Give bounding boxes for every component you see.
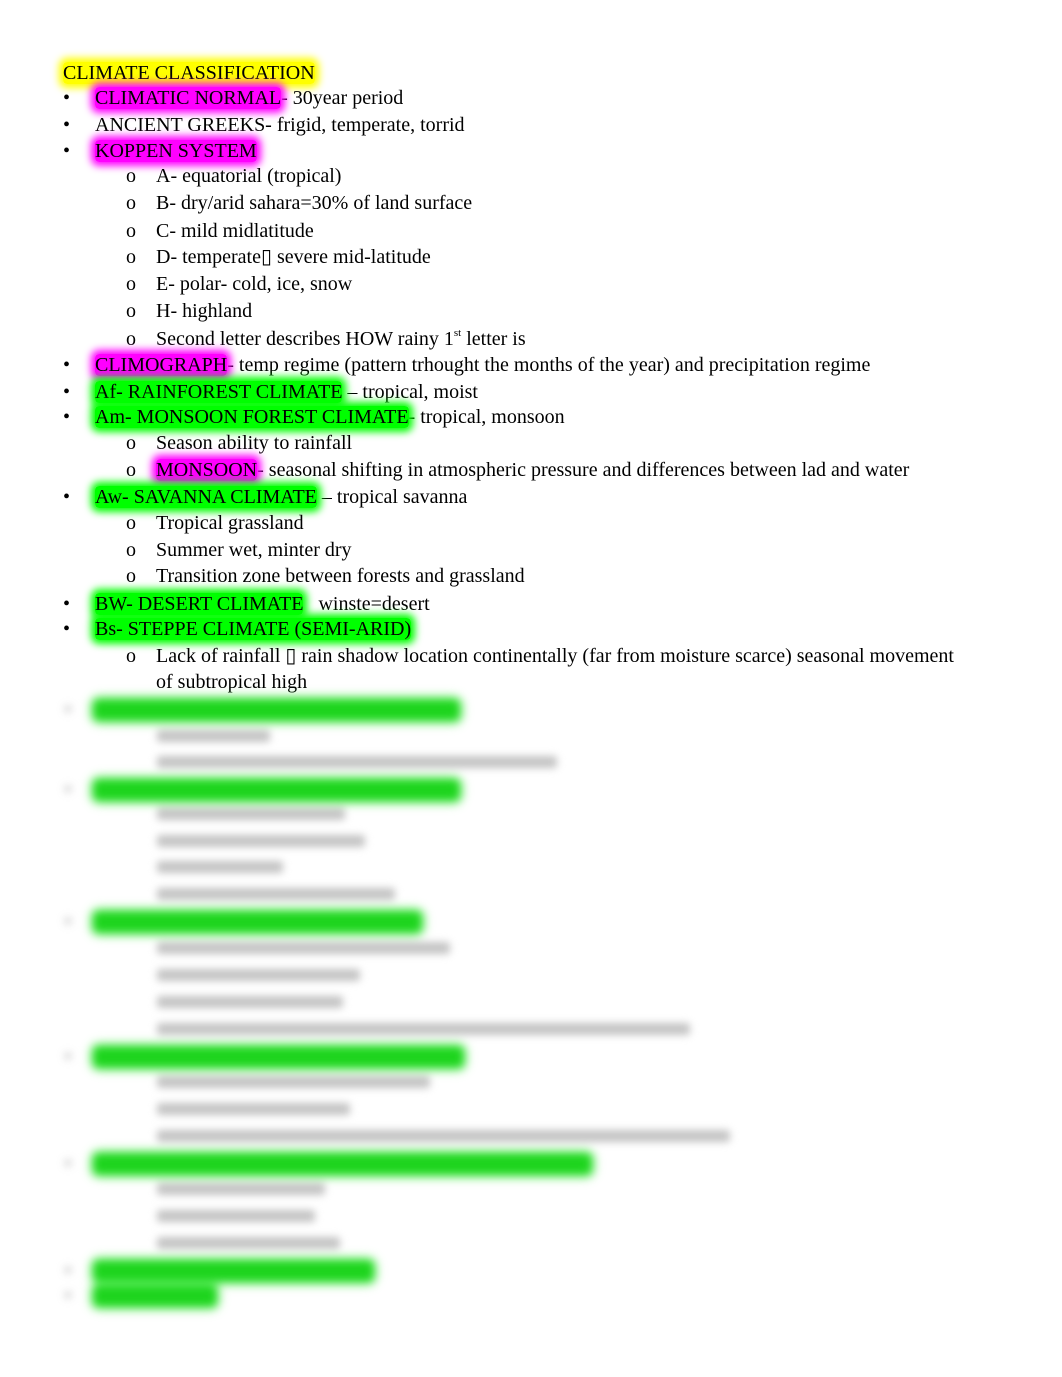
blurred-bullet — [64, 1052, 72, 1060]
sub-bullet-icon: o — [126, 220, 136, 242]
blurred-line — [157, 1023, 690, 1035]
sub-list-item: H- highland — [156, 300, 253, 322]
sub-bullet-icon: o — [126, 539, 136, 561]
term-highlight: CLIMATIC NORMAL — [95, 87, 282, 109]
list-item: CLIMOGRAPH- temp regime (pattern trhough… — [95, 354, 871, 376]
term-highlight: MONSOON — [156, 459, 258, 481]
sub-bullet-icon: o — [126, 192, 136, 214]
list-item: BW- DESERT CLIMATE winste=desert — [95, 593, 430, 615]
blurred-highlight — [95, 1262, 372, 1280]
sub-bullet-icon: o — [126, 512, 136, 534]
term-highlight: KOPPEN SYSTEM — [95, 140, 257, 162]
sub-bullet-icon: o — [126, 565, 136, 587]
sub-list-item: Tropical grassland — [156, 512, 304, 534]
sub-bullet-icon: o — [126, 328, 136, 350]
blurred-line — [157, 1103, 350, 1115]
sub-list-item: C- mild midlatitude — [156, 220, 314, 242]
sub-list-item: B- dry/arid sahara=30% of land surface — [156, 192, 473, 214]
list-item: Am- MONSOON FOREST CLIMATE- tropical, mo… — [95, 406, 565, 428]
bullet-icon: • — [63, 87, 71, 109]
document-page: CLIMATE CLASSIFICATION • CLIMATIC NORMAL… — [0, 0, 1062, 1377]
list-item: KOPPEN SYSTEM — [95, 138, 257, 164]
blurred-bullet — [64, 1266, 72, 1274]
sub-list-item: Summer wet, minter dry — [156, 539, 352, 561]
blurred-bullet — [64, 705, 72, 713]
term-highlight: Bs- STEPPE CLIMATE (SEMI-ARID) — [95, 618, 412, 640]
bullet-icon: • — [63, 354, 71, 376]
blurred-highlight — [95, 913, 420, 931]
blurred-highlight — [95, 701, 458, 719]
sub-bullet-icon: o — [126, 645, 136, 667]
bullet-icon: • — [63, 140, 71, 162]
blurred-line — [157, 861, 283, 873]
sub-list-item: Lack of rainfall ▯ rain shadow location … — [156, 645, 954, 667]
sub-list-item: Season ability to rainfall — [156, 432, 353, 454]
list-item: Af- RAINFOREST CLIMATE – tropical, moist — [95, 381, 478, 403]
blurred-highlight — [95, 1287, 215, 1305]
blurred-line — [157, 1183, 325, 1195]
blurred-line — [157, 808, 345, 820]
blurred-highlight — [95, 1048, 462, 1066]
sub-list-item: Second letter describes HOW rainy 1st le… — [156, 327, 526, 350]
sub-list-item: A- equatorial (tropical) — [156, 165, 342, 187]
sub-list-item: Transition zone between forests and gras… — [156, 565, 525, 587]
blurred-bullet — [64, 785, 72, 793]
blurred-line — [157, 756, 557, 768]
term-highlight: CLIMOGRAPH — [95, 354, 228, 376]
blurred-line — [157, 1210, 315, 1222]
bullet-icon: • — [63, 381, 71, 403]
sub-bullet-icon: o — [126, 273, 136, 295]
sub-list-item: D- temperate▯ severe mid-latitude — [156, 246, 431, 268]
sub-list-item: MONSOON- seasonal shifting in atmospheri… — [156, 459, 910, 481]
blurred-bullet — [64, 1159, 72, 1167]
sub-bullet-icon: o — [126, 300, 136, 322]
bullet-icon: • — [63, 593, 71, 615]
term-highlight: Aw- SAVANNA CLIMATE — [95, 486, 317, 508]
sub-bullet-icon: o — [126, 459, 136, 481]
blurred-bullet — [64, 917, 72, 925]
blurred-line — [157, 1076, 430, 1088]
sub-list-item-continuation: of subtropical high — [156, 671, 308, 693]
blurred-line — [157, 835, 365, 847]
bullet-icon: • — [63, 486, 71, 508]
bullet-icon: • — [63, 114, 71, 136]
list-item: CLIMATIC NORMAL- 30year period — [95, 87, 404, 109]
blurred-line — [157, 969, 360, 981]
blurred-line — [157, 888, 395, 900]
sub-bullet-icon: o — [126, 165, 136, 187]
term-highlight: Am- MONSOON FOREST CLIMATE — [95, 406, 409, 428]
sub-bullet-icon: o — [126, 432, 136, 454]
list-item: Aw- SAVANNA CLIMATE – tropical savanna — [95, 486, 468, 508]
blurred-line — [157, 730, 270, 742]
bullet-icon: • — [63, 618, 71, 640]
sub-list-item: E- polar- cold, ice, snow — [156, 273, 353, 295]
document-title: CLIMATE CLASSIFICATION — [63, 62, 315, 84]
blurred-highlight — [95, 1155, 590, 1173]
blurred-preview — [0, 696, 1062, 1336]
term-highlight: BW- DESERT CLIMATE — [95, 593, 304, 615]
list-item: ANCIENT GREEKS- frigid, temperate, torri… — [95, 114, 465, 136]
bullet-icon: • — [63, 406, 71, 428]
blurred-line — [157, 1130, 730, 1142]
blurred-line — [157, 942, 450, 954]
blurred-line — [157, 996, 343, 1008]
blurred-highlight — [95, 781, 458, 799]
term-highlight: Af- RAINFOREST CLIMATE — [95, 381, 343, 403]
blurred-bullet — [64, 1291, 72, 1299]
sub-bullet-icon: o — [126, 246, 136, 268]
list-item: Bs- STEPPE CLIMATE (SEMI-ARID) — [95, 616, 412, 642]
blurred-line — [157, 1237, 340, 1249]
